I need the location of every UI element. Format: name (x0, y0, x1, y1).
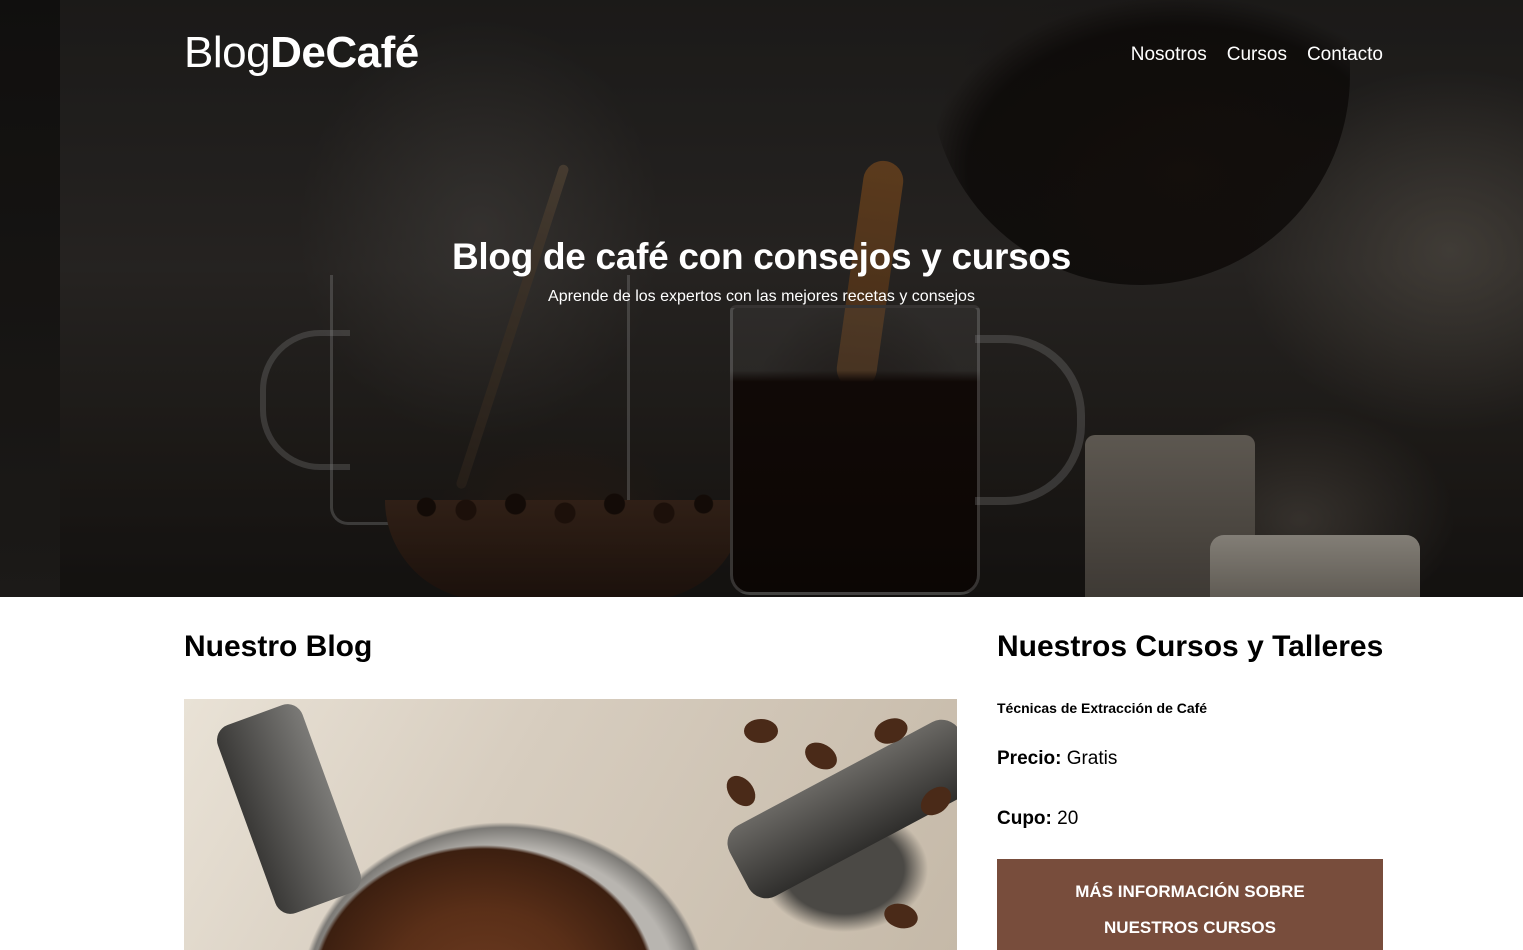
logo-bold-text: DeCafé (270, 28, 419, 77)
price-label: Precio: (997, 748, 1062, 769)
site-logo[interactable]: BlogDeCafé (184, 28, 419, 78)
hero-title: Blog de café con consejos y cursos (452, 236, 1071, 277)
nav-link-nosotros[interactable]: Nosotros (1131, 44, 1207, 66)
cupo-label: Cupo: (997, 808, 1052, 829)
course-cupo: Cupo: 20 (997, 808, 1078, 830)
portafilter-left-icon (212, 699, 366, 919)
nav-link-contacto[interactable]: Contacto (1307, 44, 1383, 66)
courses-section-title: Nuestros Cursos y Talleres (997, 630, 1384, 663)
nav-link-cursos[interactable]: Cursos (1227, 44, 1287, 66)
more-info-courses-button[interactable]: Más Información sobre nuestros cursos (997, 859, 1383, 950)
main-nav: Nosotros Cursos Contacto (1131, 44, 1383, 66)
hero-subtitle: Aprende de los expertos con las mejores … (548, 288, 975, 305)
cupo-value: 20 (1057, 808, 1079, 829)
blog-section-title: Nuestro Blog (184, 630, 373, 663)
course-price: Precio: Gratis (997, 748, 1117, 770)
blog-entry-image[interactable] (184, 699, 957, 950)
hero-section: BlogDeCafé Nosotros Cursos Contacto Blog… (0, 0, 1523, 597)
logo-light-text: Blog (184, 28, 271, 77)
coffee-bean-icon (881, 900, 921, 932)
price-value: Gratis (1066, 748, 1118, 769)
coffee-bean-icon (720, 770, 762, 812)
coffee-bean-icon (744, 719, 778, 743)
coffee-bean-icon (800, 737, 842, 775)
course-name: Técnicas de Extracción de Café (997, 700, 1208, 716)
